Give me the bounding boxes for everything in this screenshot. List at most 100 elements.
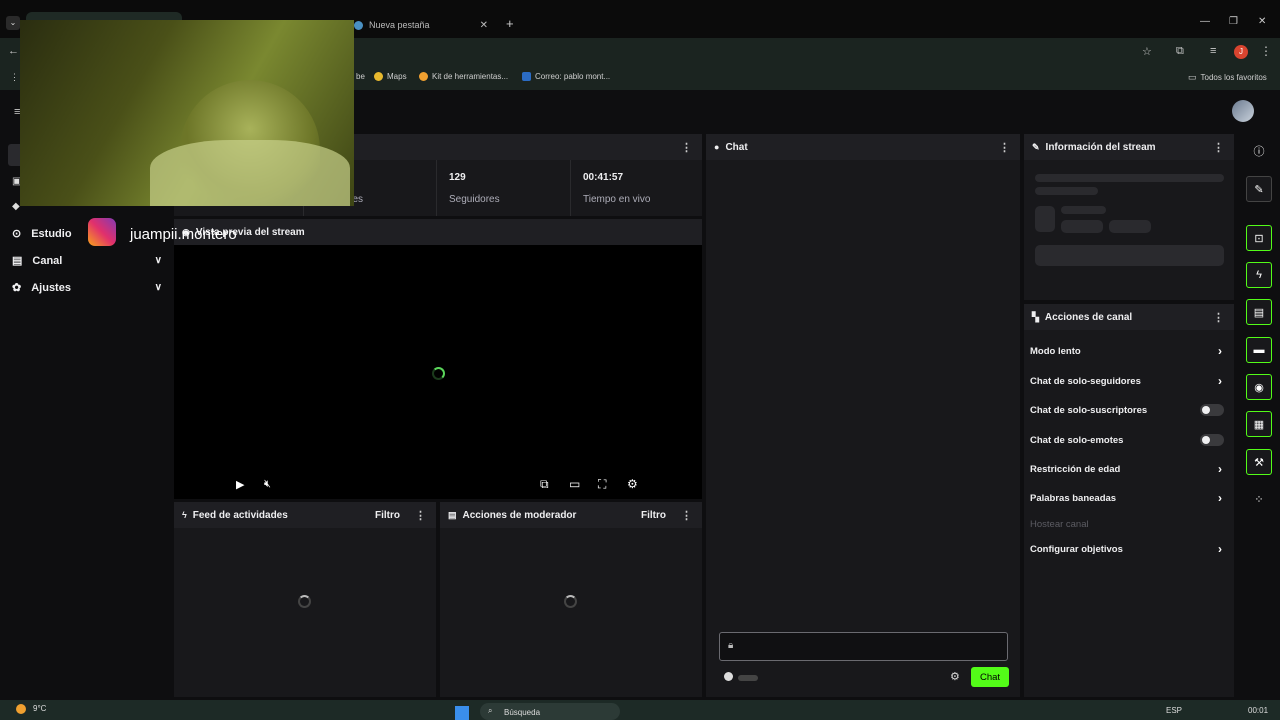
sidebar: ▣ ◆ ⊙ Estudio ▤ Canal ∨ ✿ Ajustes ∨ bbox=[0, 134, 170, 700]
subscribers-only-toggle[interactable] bbox=[1200, 404, 1224, 416]
tool-wrench-icon[interactable]: ⚒ bbox=[1246, 449, 1272, 475]
bookmark-label: be bbox=[356, 72, 365, 81]
action-age-restriction[interactable]: Restricción de edad › bbox=[1030, 459, 1226, 479]
tool-broadcast-icon[interactable]: ◉ bbox=[1246, 374, 1272, 400]
new-tab-button[interactable]: + bbox=[506, 16, 514, 31]
stat-value: 00:41:57 bbox=[583, 172, 624, 183]
maximize-icon[interactable]: ❐ bbox=[1229, 16, 1238, 27]
start-icon[interactable] bbox=[455, 706, 469, 720]
edit-pencil-icon[interactable]: ✎ bbox=[1246, 176, 1272, 202]
chat-input[interactable]: 🔒︎ bbox=[719, 632, 1008, 661]
globe-icon bbox=[354, 20, 363, 30]
close-tab-icon[interactable]: ✕ bbox=[480, 20, 488, 31]
panel-title: Feed de actividades bbox=[192, 509, 288, 521]
filter-button[interactable]: Filtro bbox=[641, 510, 666, 521]
stat-live-time: 00:41:57 Tiempo en vivo bbox=[571, 160, 702, 216]
window-close-icon[interactable]: ✕ bbox=[1258, 16, 1266, 27]
kebab-menu-icon[interactable]: ⋮ bbox=[1213, 311, 1224, 324]
channel-actions-panel: ▚ Acciones de canal ⋮ Modo lento › Chat … bbox=[1024, 304, 1234, 697]
kebab-menu-icon[interactable]: ⋮ bbox=[1213, 141, 1224, 154]
all-bookmarks[interactable]: ▭ Todos los favoritos bbox=[1188, 72, 1267, 83]
panel-title: Acciones de canal bbox=[1044, 311, 1133, 323]
tool-document-icon[interactable]: ▤ bbox=[1246, 299, 1272, 325]
toolkit-icon bbox=[419, 72, 428, 81]
language-indicator[interactable]: ESP bbox=[1166, 706, 1182, 715]
sidebar-item-label: Ajustes bbox=[31, 281, 71, 294]
sidebar-item-canal[interactable]: ▤ Canal ∨ bbox=[12, 254, 162, 268]
filter-button[interactable]: Filtro bbox=[375, 510, 400, 521]
clock[interactable]: 00:01 bbox=[1248, 706, 1268, 715]
mute-icon[interactable]: 🔇︎ bbox=[264, 478, 271, 491]
action-emotes-only: Chat de solo-emotes bbox=[1030, 430, 1226, 450]
kebab-menu-icon[interactable]: ⋮ bbox=[999, 141, 1010, 154]
info-icon[interactable]: ⓘ bbox=[1246, 138, 1272, 164]
tab-list-button[interactable]: ⌄ bbox=[6, 16, 20, 30]
browser-menu-icon[interactable]: ⋮ bbox=[1260, 44, 1272, 58]
play-icon[interactable]: ▶ bbox=[236, 478, 244, 491]
action-label: Modo lento bbox=[1030, 345, 1081, 357]
minimize-icon[interactable]: — bbox=[1200, 16, 1210, 27]
bookmark-mail[interactable]: Correo: pablo mont... bbox=[522, 72, 610, 81]
bookmark-toolkit[interactable]: Kit de herramientas... bbox=[419, 72, 508, 81]
skeleton-chip bbox=[1061, 220, 1103, 233]
channel-actions-header: ▚ Acciones de canal ⋮ bbox=[1024, 304, 1234, 330]
emote-picker[interactable] bbox=[724, 672, 760, 682]
media-icon[interactable]: ≡ bbox=[1210, 45, 1216, 57]
profile-avatar[interactable]: J bbox=[1234, 45, 1248, 59]
sidebar-item-ajustes[interactable]: ✿ Ajustes ∨ bbox=[12, 281, 162, 295]
preview-header: ◉ Vista previa del stream bbox=[174, 219, 702, 245]
action-followers-only[interactable]: Chat de solo-seguidores › bbox=[1030, 371, 1226, 391]
chevron-right-icon: › bbox=[1218, 542, 1222, 556]
emotes-only-toggle[interactable] bbox=[1200, 434, 1224, 446]
channel-actions-icon: ▚ bbox=[1032, 311, 1039, 322]
kebab-menu-icon[interactable]: ⋮ bbox=[415, 509, 426, 522]
action-label: Configurar objetivos bbox=[1030, 543, 1123, 555]
action-configure-goals[interactable]: Configurar objetivos › bbox=[1030, 539, 1226, 559]
action-slow-mode[interactable]: Modo lento › bbox=[1030, 341, 1226, 361]
stream-preview-panel: ◉ Vista previa del stream ▶ 🔇︎ ⧉ ▭ ⛶ ⚙ bbox=[174, 219, 702, 499]
kebab-menu-icon[interactable]: ⋮ bbox=[681, 141, 692, 154]
weather-icon[interactable] bbox=[16, 704, 26, 714]
tool-lightning-icon[interactable]: ϟ bbox=[1246, 262, 1272, 288]
taskbar-search[interactable]: ⌕ Búsqueda bbox=[480, 703, 620, 720]
action-banned-words[interactable]: Palabras baneadas › bbox=[1030, 488, 1226, 508]
skeleton-chip bbox=[1109, 220, 1151, 233]
webcam-shirt bbox=[150, 140, 350, 206]
chevron-right-icon: › bbox=[1218, 344, 1222, 358]
tool-target-icon[interactable]: ⊡ bbox=[1246, 225, 1272, 251]
skeleton-line bbox=[1035, 187, 1098, 195]
tool-layout-icon[interactable]: ▦ bbox=[1246, 411, 1272, 437]
chevron-right-icon: › bbox=[1218, 462, 1222, 476]
settings-gear-icon[interactable]: ⚙ bbox=[627, 477, 638, 491]
bookmark-label: Maps bbox=[387, 72, 407, 81]
pip-icon[interactable]: ⧉ bbox=[540, 477, 549, 492]
folder-icon: ▭ bbox=[1188, 72, 1197, 82]
sidebar-item-label: Canal bbox=[32, 254, 63, 267]
gear-icon: ✿ bbox=[12, 282, 22, 294]
extensions-icon[interactable]: ⧉ bbox=[1176, 45, 1184, 58]
windows-taskbar: 9°C ⌕ Búsqueda ESP 00:01 bbox=[0, 700, 1280, 720]
sidebar-icon-b[interactable]: ◆ bbox=[12, 201, 20, 212]
bookmark-maps[interactable]: Maps bbox=[374, 72, 407, 81]
shield-icon: ▤ bbox=[448, 509, 457, 520]
back-icon[interactable]: ← bbox=[8, 45, 19, 57]
channel-icon: ▤ bbox=[12, 255, 23, 267]
fullscreen-icon[interactable]: ⛶ bbox=[598, 477, 606, 492]
outlook-icon bbox=[522, 72, 531, 81]
action-subscribers-only: Chat de solo-suscriptores bbox=[1030, 400, 1226, 420]
kebab-menu-icon[interactable]: ⋮ bbox=[681, 509, 692, 522]
chat-bubble-icon: ● bbox=[714, 142, 720, 152]
tab-3[interactable]: Nueva pestaña ✕ bbox=[346, 12, 496, 38]
bookmark-star-icon[interactable]: ☆ bbox=[1142, 45, 1152, 58]
user-avatar[interactable] bbox=[1232, 100, 1254, 122]
theater-icon[interactable]: ▭ bbox=[569, 477, 580, 491]
send-chat-button[interactable]: Chat bbox=[971, 667, 1009, 687]
chat-panel: ● Chat ⋮ 🔒︎ ⚙ Chat bbox=[706, 134, 1020, 697]
tool-chat-icon[interactable]: ▬ bbox=[1246, 337, 1272, 363]
tool-emote-icon[interactable]: ⁘ bbox=[1246, 486, 1272, 512]
action-label: Chat de solo-seguidores bbox=[1030, 375, 1141, 387]
stat-label: Tiempo en vivo bbox=[583, 194, 651, 205]
bookmark-1[interactable]: be bbox=[356, 72, 365, 81]
tab-label: Nueva pestaña bbox=[369, 20, 430, 30]
chat-settings-icon[interactable]: ⚙ bbox=[950, 670, 960, 683]
